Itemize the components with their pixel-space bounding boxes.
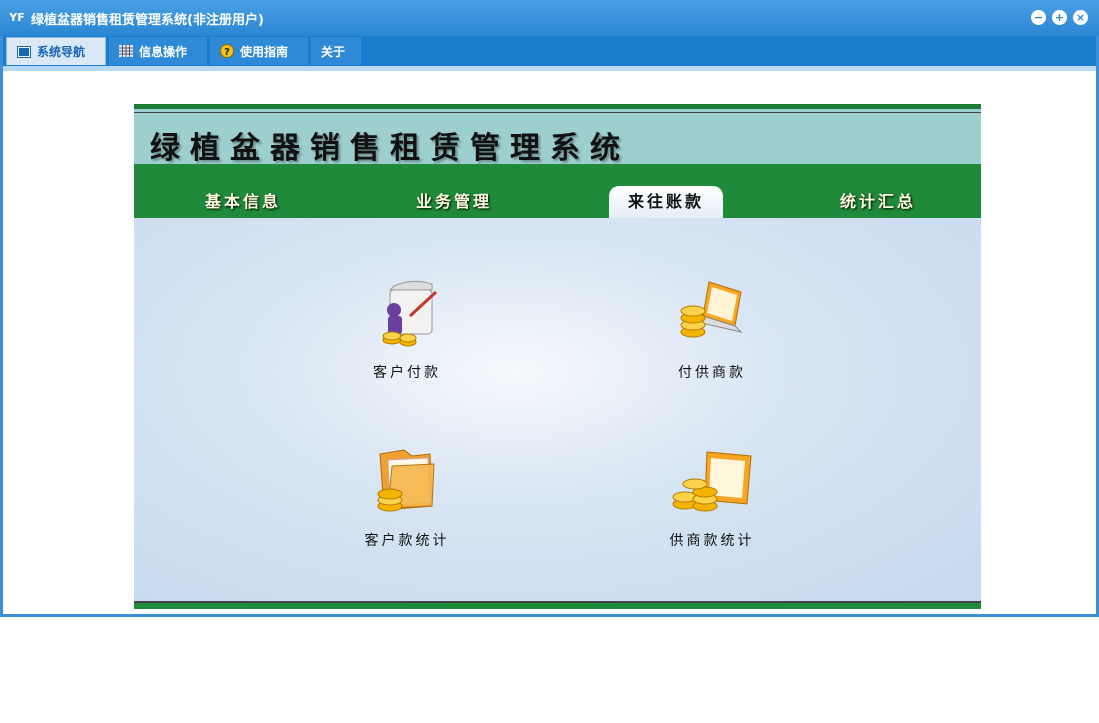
tab-business-management[interactable]: 业务管理	[399, 186, 509, 218]
function-label: 客户款统计	[364, 533, 450, 549]
module-tab-bar: 基本信息 业务管理 来往账款 统计汇总	[134, 164, 981, 218]
customer-statistics-button[interactable]: 客户款统计	[337, 444, 477, 550]
system-title: 绿植盆器销售租赁管理系统	[150, 131, 630, 166]
window-title: 绿植盆器销售租赁管理系统(非注册用户)	[31, 13, 264, 28]
function-label: 客户付款	[373, 365, 441, 381]
supplier-payment-button[interactable]: 付供商款	[642, 276, 782, 382]
app-logo-icon: YF	[9, 11, 25, 24]
tab-basic-info[interactable]: 基本信息	[188, 186, 298, 218]
menu-item-user-guide[interactable]: ? 使用指南	[210, 37, 308, 65]
menu-item-label: 系统导航	[37, 45, 86, 59]
footer-bar	[134, 601, 981, 609]
maximize-icon[interactable]: +	[1052, 10, 1067, 25]
function-panel: 客户付款 付供商款 客户款统计 供商款统计	[134, 218, 981, 601]
navigation-panel: 绿植盆器销售租赁管理系统 基本信息 业务管理 来往账款 统计汇总 客户付款 付供…	[134, 104, 981, 609]
customer-payment-button[interactable]: 客户付款	[337, 276, 477, 382]
supplier-statistics-icon	[672, 451, 752, 512]
close-icon[interactable]: ×	[1073, 10, 1088, 25]
navigation-icon	[17, 45, 31, 58]
customer-statistics-icon	[377, 449, 435, 512]
customer-payment-icon	[382, 280, 438, 347]
tab-accounts[interactable]: 来往账款	[609, 186, 723, 218]
menu-item-system-navigation[interactable]: 系统导航	[6, 37, 106, 65]
title-bar[interactable]: YF 绿植盆器销售租赁管理系统(非注册用户) − + ×	[0, 0, 1099, 36]
svg-text:?: ?	[224, 47, 230, 58]
menu-item-info-operation[interactable]: 信息操作	[109, 37, 207, 65]
menu-item-label: 信息操作	[139, 44, 188, 59]
menu-item-label: 使用指南	[240, 44, 289, 59]
function-label: 供商款统计	[669, 533, 755, 549]
menu-item-about[interactable]: 关于	[311, 37, 361, 65]
system-banner: 绿植盆器销售租赁管理系统	[134, 104, 981, 166]
help-icon: ?	[220, 44, 234, 58]
supplier-statistics-button[interactable]: 供商款统计	[642, 444, 782, 550]
menu-item-label: 关于	[321, 44, 346, 59]
minimize-icon[interactable]: −	[1031, 10, 1046, 25]
tab-statistics[interactable]: 统计汇总	[823, 186, 933, 218]
supplier-payment-icon	[680, 281, 743, 338]
menu-bar: 系统导航 信息操作 ? 使用指南 关于	[3, 36, 1096, 71]
grid-icon	[119, 45, 133, 57]
function-label: 付供商款	[678, 365, 746, 381]
